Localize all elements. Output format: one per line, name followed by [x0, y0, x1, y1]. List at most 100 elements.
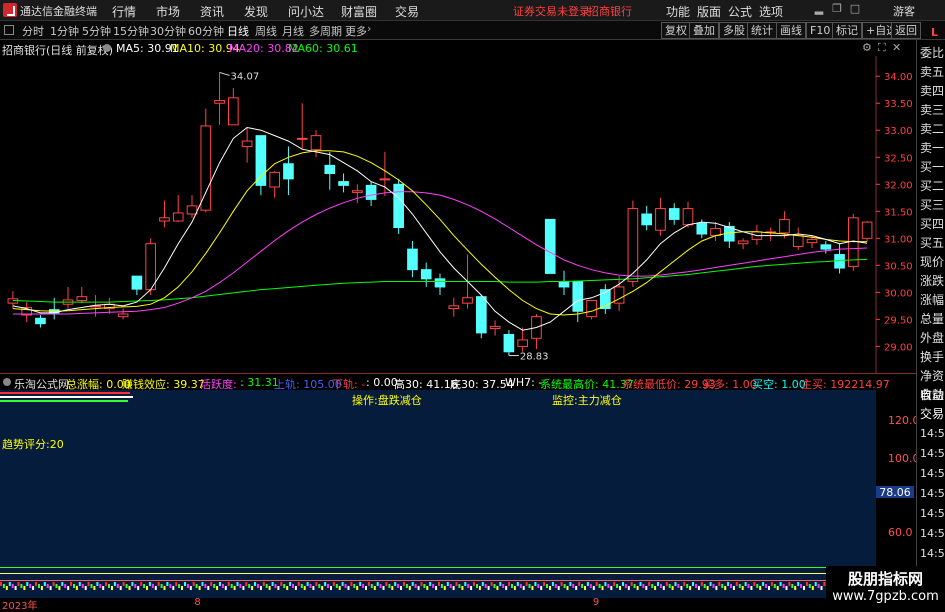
login-status[interactable]: 证券交易未登录: [513, 3, 590, 19]
candle-body-58[interactable]: [806, 238, 818, 244]
candle-body-24[interactable]: [338, 181, 349, 186]
settings-dot-icon[interactable]: [103, 44, 111, 52]
candle-body-31[interactable]: [434, 278, 446, 288]
tab-2[interactable]: 5分钟: [82, 23, 111, 39]
tab-7[interactable]: 周线: [255, 23, 277, 39]
signal-mark: [99, 584, 102, 588]
candle-body-46[interactable]: [641, 213, 652, 226]
restore-icon[interactable]: ❐: [830, 2, 844, 16]
candle-body-22[interactable]: [310, 135, 322, 151]
tab-5[interactable]: 60分钟: [188, 23, 224, 39]
candle-body-15[interactable]: [214, 100, 225, 104]
candle-body-59[interactable]: [820, 244, 832, 250]
tab-8[interactable]: 月线: [282, 23, 304, 39]
candle-body-5[interactable]: [76, 296, 88, 301]
tool-8[interactable]: 返回: [891, 22, 921, 39]
indicator-panel[interactable]: 操作:盘跌减仓 监控:主力减仓 趋势评分:20: [0, 390, 876, 599]
indicator-dot-icon[interactable]: [3, 378, 11, 386]
maximize-icon[interactable]: □: [848, 2, 862, 16]
candle-body-60[interactable]: [834, 254, 845, 269]
tab-10[interactable]: 更多: [345, 23, 367, 39]
tab-4[interactable]: 30分钟: [150, 23, 186, 39]
tool-4[interactable]: 画线: [776, 22, 806, 39]
menu-2[interactable]: 资讯: [200, 3, 224, 20]
tool-2[interactable]: 多股: [719, 22, 749, 39]
panel-toggle-icon[interactable]: [4, 25, 14, 35]
candle-body-50[interactable]: [696, 222, 708, 235]
right-menu-2[interactable]: 公式: [728, 3, 752, 20]
candle-body-42[interactable]: [586, 299, 597, 318]
settings-icon[interactable]: ⚙: [862, 41, 872, 54]
tab-6[interactable]: 日线: [227, 23, 249, 39]
candle-body-29[interactable]: [407, 248, 418, 271]
right-menu-3[interactable]: 选项: [759, 3, 783, 20]
candle-body-57[interactable]: [792, 235, 804, 247]
candle-body-56[interactable]: [779, 218, 790, 234]
more-chevron-icon[interactable]: ›: [367, 22, 371, 35]
candle-body-49[interactable]: [682, 208, 694, 226]
candle-body-28[interactable]: [393, 183, 404, 229]
tool-3[interactable]: 统计: [747, 22, 777, 39]
side-item-20[interactable]: 交易: [920, 405, 944, 424]
candle-body-62[interactable]: [861, 221, 873, 239]
candle-body-20[interactable]: [283, 163, 294, 180]
candle-body-32[interactable]: [448, 305, 460, 310]
right-menu-1[interactable]: 版面: [697, 3, 721, 20]
candle-body-18[interactable]: [255, 135, 267, 186]
menu-3[interactable]: 发现: [244, 3, 268, 20]
candle-body-26[interactable]: [365, 184, 377, 200]
expand-icon[interactable]: ⛶: [878, 41, 886, 55]
candle-body-25[interactable]: [352, 190, 363, 193]
candle-body-48[interactable]: [668, 208, 680, 220]
tool-1[interactable]: 叠加: [689, 22, 719, 39]
tab-3[interactable]: 15分钟: [113, 23, 149, 39]
candle-body-41[interactable]: [572, 281, 584, 312]
candle-body-16[interactable]: [228, 97, 239, 126]
candle-body-35[interactable]: [489, 325, 501, 330]
menu-0[interactable]: 行情: [112, 3, 136, 20]
candle-body-19[interactable]: [269, 171, 280, 188]
right-menu-0[interactable]: 功能: [666, 3, 690, 20]
candle-body-47[interactable]: [655, 208, 666, 231]
guest-label[interactable]: 游客: [893, 3, 915, 19]
candle-body-17[interactable]: [241, 140, 253, 147]
signal-mark: [143, 584, 146, 588]
minimize-icon[interactable]: ▂: [812, 2, 826, 16]
candle-body-13[interactable]: [186, 205, 198, 215]
candle-body-8[interactable]: [117, 313, 129, 318]
ytick-label-6: 32.00: [884, 180, 913, 191]
tab-0[interactable]: 分时: [22, 23, 44, 39]
candle-body-39[interactable]: [544, 218, 556, 274]
tool-5[interactable]: F10: [806, 22, 835, 39]
candle-body-34[interactable]: [476, 296, 487, 334]
tab-1[interactable]: 1分钟: [50, 23, 79, 39]
candle-body-11[interactable]: [159, 217, 170, 222]
candle-body-12[interactable]: [172, 212, 184, 222]
candlestick-chart[interactable]: 29.00 29.50 30.00 30.50 31.00 31.50 32.00 32.50…: [0, 56, 916, 374]
tool-6[interactable]: 标记: [832, 22, 862, 39]
side-item-13: 涨幅: [920, 293, 945, 307]
tab-9[interactable]: 多周期: [309, 23, 342, 39]
close-icon[interactable]: ✕: [892, 41, 901, 54]
side-item-19[interactable]: 自动: [920, 386, 944, 405]
candle-body-33[interactable]: [462, 297, 473, 304]
menu-4[interactable]: 问小达: [288, 3, 324, 20]
candle-body-21[interactable]: [296, 137, 308, 140]
candle-body-37[interactable]: [517, 339, 528, 347]
tool-0[interactable]: 复权: [661, 22, 691, 39]
candle-body-40[interactable]: [558, 281, 570, 288]
candle-body-27[interactable]: [379, 178, 391, 181]
menu-6[interactable]: 交易: [395, 3, 419, 20]
candle-body-2[interactable]: [35, 317, 46, 325]
candle-body-14[interactable]: [200, 125, 212, 211]
signal-mark: [385, 582, 388, 586]
candle-body-30[interactable]: [420, 269, 432, 280]
menu-1[interactable]: 市场: [156, 3, 180, 20]
candle-body-10[interactable]: [145, 243, 156, 291]
candle-body-36[interactable]: [503, 333, 515, 353]
candle-body-53[interactable]: [737, 240, 749, 245]
candle-body-9[interactable]: [131, 275, 143, 290]
ytick-label-2: 30.00: [884, 288, 913, 299]
candle-body-23[interactable]: [324, 164, 336, 174]
menu-5[interactable]: 财富圈: [341, 3, 377, 20]
